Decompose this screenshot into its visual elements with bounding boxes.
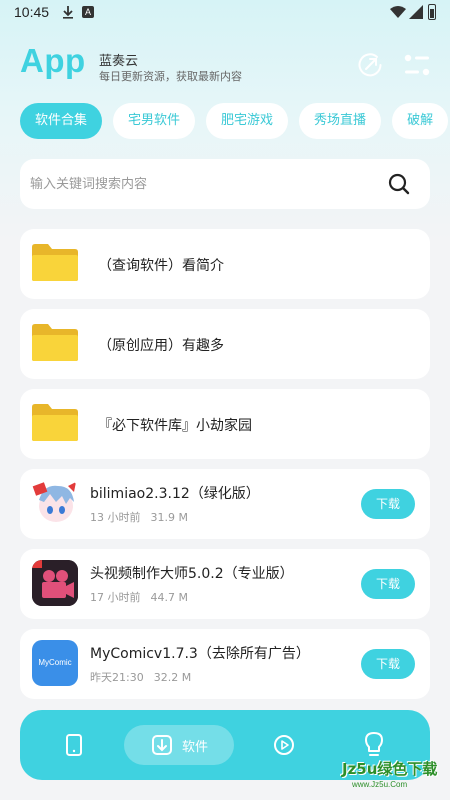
download-icon <box>152 735 172 755</box>
download-notification-icon <box>63 6 73 19</box>
app-meta: 17 小时前 44.7 M <box>90 589 188 605</box>
search-bar <box>20 159 430 209</box>
mycomic-icon: MyComic <box>32 640 78 686</box>
nav-software[interactable]: 软件 <box>124 725 234 765</box>
nav-software-label: 软件 <box>182 740 209 755</box>
folder-icon <box>32 244 78 281</box>
tab-software-collection[interactable]: 软件合集 <box>20 103 103 139</box>
header-title: 蓝奏云 <box>99 54 139 69</box>
category-tabs: 软件合集 宅男软件 肥宅游戏 秀场直播 破解 <box>20 103 450 139</box>
refresh-icon[interactable] <box>357 52 383 78</box>
app-name: bilimiao2.3.12（绿化版） <box>90 486 260 502</box>
watermark-url: www.Jz5u.Com <box>352 780 408 789</box>
search-input[interactable] <box>30 159 370 209</box>
download-button[interactable]: 下载 <box>361 649 415 679</box>
bilimiao-icon <box>32 480 78 526</box>
status-time: 10:45 <box>14 4 50 20</box>
nav-phone[interactable] <box>56 725 92 765</box>
tab-cracked[interactable]: 破解 <box>392 103 449 139</box>
app-meta: 昨天21:30 32.2 M <box>90 669 191 685</box>
tab-live-streaming[interactable]: 秀场直播 <box>299 103 382 139</box>
app-name: MyComicv1.7.3（去除所有广告） <box>90 646 310 662</box>
folder-icon <box>32 404 78 441</box>
settings-icon[interactable] <box>403 52 431 78</box>
signal-icon <box>409 5 423 19</box>
folder-icon <box>32 324 78 361</box>
watermark-brand: Jz5u绿色下载 <box>342 760 438 778</box>
app-time: 13 小时前 <box>90 511 141 524</box>
notification-a-icon: A <box>82 6 94 18</box>
header: App 蓝奏云 每日更新资源，获取最新内容 <box>20 40 440 90</box>
download-button[interactable]: 下载 <box>361 569 415 599</box>
tab-otaku-software[interactable]: 宅男软件 <box>113 103 196 139</box>
battery-icon <box>428 4 436 20</box>
resource-list: （查询软件）看简介 （原创应用）有趣多 『必下软件库』小劫家园 bilimiao… <box>20 229 430 709</box>
app-item[interactable]: 头视频制作大师5.0.2（专业版） 17 小时前 44.7 M 下载 <box>20 549 430 619</box>
app-name: 头视频制作大师5.0.2（专业版） <box>90 566 294 582</box>
search-icon[interactable] <box>388 173 410 195</box>
status-bar: 10:45 A <box>0 0 450 26</box>
folder-title: 『必下软件库』小劫家园 <box>98 418 252 434</box>
phone-icon <box>66 734 82 756</box>
download-button[interactable]: 下载 <box>361 489 415 519</box>
folder-title: （查询软件）看简介 <box>98 258 224 274</box>
app-size: 44.7 M <box>150 591 188 604</box>
mycomic-icon-text: MyComic <box>38 658 72 667</box>
tab-otaku-games[interactable]: 肥宅游戏 <box>206 103 289 139</box>
play-icon <box>274 735 294 755</box>
app-item[interactable]: bilimiao2.3.12（绿化版） 13 小时前 31.9 M 下载 <box>20 469 430 539</box>
nav-play[interactable] <box>266 725 302 765</box>
app-meta: 13 小时前 31.9 M <box>90 509 188 525</box>
header-subtitle: 每日更新资源，获取最新内容 <box>99 70 242 83</box>
wifi-icon <box>390 6 406 18</box>
folder-item[interactable]: 『必下软件库』小劫家园 <box>20 389 430 459</box>
folder-item[interactable]: （查询软件）看简介 <box>20 229 430 299</box>
app-time: 17 小时前 <box>90 591 141 604</box>
app-logo: App <box>20 42 86 79</box>
video-maker-icon <box>32 560 78 606</box>
app-item[interactable]: MyComic MyComicv1.7.3（去除所有广告） 昨天21:30 32.… <box>20 629 430 699</box>
app-time: 昨天21:30 <box>90 671 144 684</box>
folder-title: （原创应用）有趣多 <box>98 338 224 354</box>
folder-item[interactable]: （原创应用）有趣多 <box>20 309 430 379</box>
app-size: 31.9 M <box>150 511 188 524</box>
app-size: 32.2 M <box>153 671 192 684</box>
